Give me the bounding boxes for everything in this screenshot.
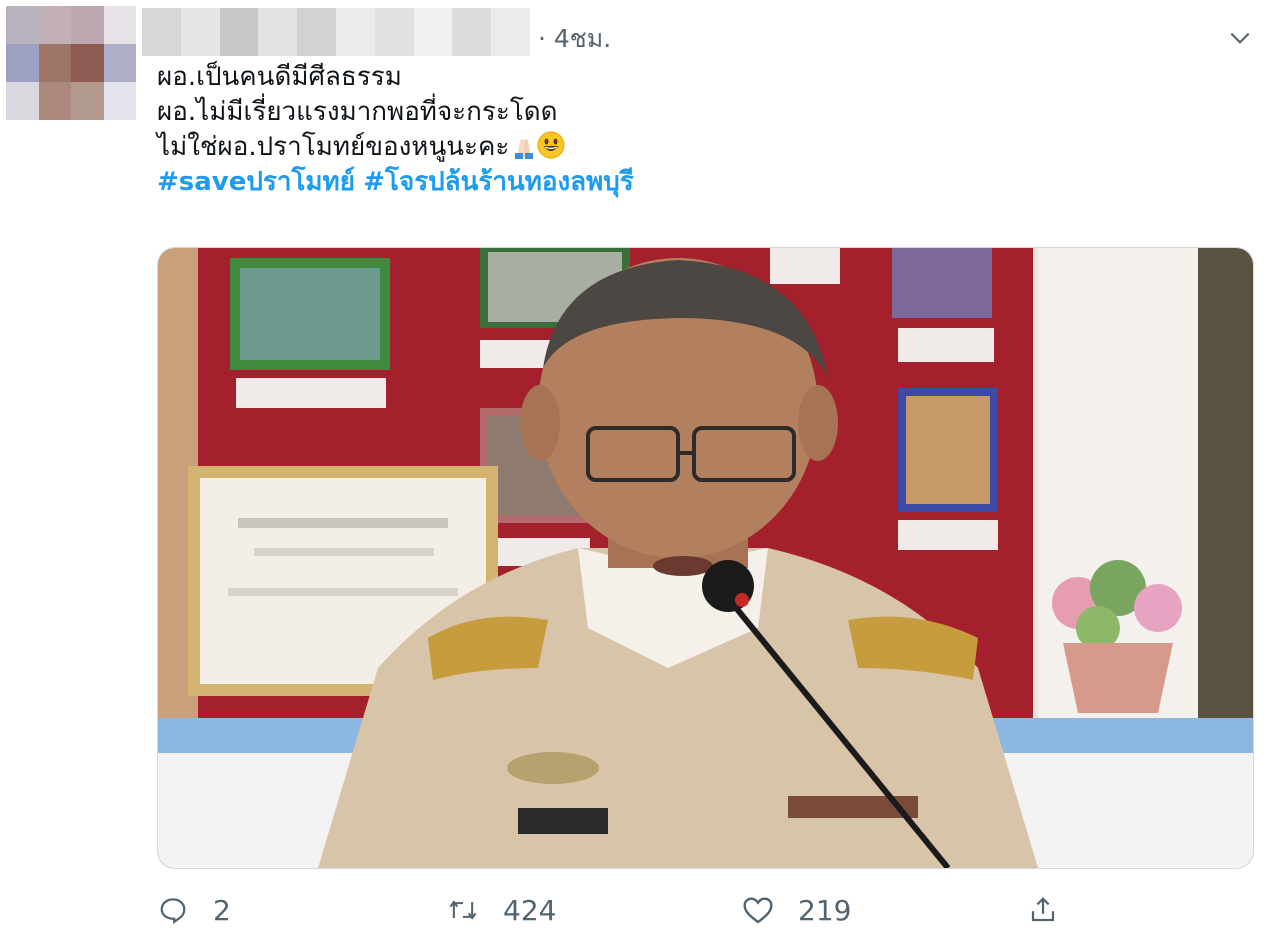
hashtag-link[interactable]: #โจรปล้นร้านทองลพบุรี (363, 167, 634, 197)
avatar[interactable] (6, 6, 136, 120)
tweet-photo[interactable] (157, 247, 1254, 869)
chevron-down-icon (1230, 32, 1250, 44)
tweet-text: ผอ.เป็นคนดีมีศีลธรรม ผอ.ไม่มีเรี่ยวแรงมา… (157, 60, 1237, 200)
heart-icon (742, 894, 774, 926)
reply-icon (157, 894, 189, 926)
reply-count: 2 (213, 893, 231, 927)
tweet-line: ไม่ใช่ผอ.ปราโมทย์ของหนูนะคะ (157, 132, 510, 162)
photo-scene (158, 248, 1253, 868)
tweet-line: ผอ.ไม่มีเรี่ยวแรงมากพอที่จะกระโดด (157, 97, 558, 127)
retweet-button[interactable]: 424 (447, 888, 556, 932)
hashtag-line: #saveปราโมทย์ #โจรปล้นร้านทองลพบุรี (157, 165, 1237, 200)
hashtag-link[interactable]: #saveปราโมทย์ (157, 167, 355, 197)
tweet-line: ผอ.เป็นคนดีมีศีลธรรม (157, 62, 402, 92)
like-button[interactable]: 219 (742, 888, 851, 932)
retweet-count: 424 (503, 893, 557, 927)
share-icon (1027, 894, 1059, 926)
folded-hands-emoji (511, 133, 537, 159)
share-button[interactable] (1027, 888, 1059, 932)
grinning-face-emoji (537, 131, 565, 159)
tweet-line-with-emoji: ไม่ใช่ผอ.ปราโมทย์ของหนูนะคะ (157, 130, 1237, 165)
more-options-button[interactable] (1220, 18, 1260, 58)
author-name-redacted[interactable] (142, 8, 530, 56)
tweet-action-bar: 2 424 219 (157, 888, 1157, 932)
retweet-icon (447, 894, 479, 926)
like-count: 219 (798, 893, 852, 927)
tweet-timestamp[interactable]: · 4ชม. (538, 22, 611, 56)
reply-button[interactable]: 2 (157, 888, 231, 932)
